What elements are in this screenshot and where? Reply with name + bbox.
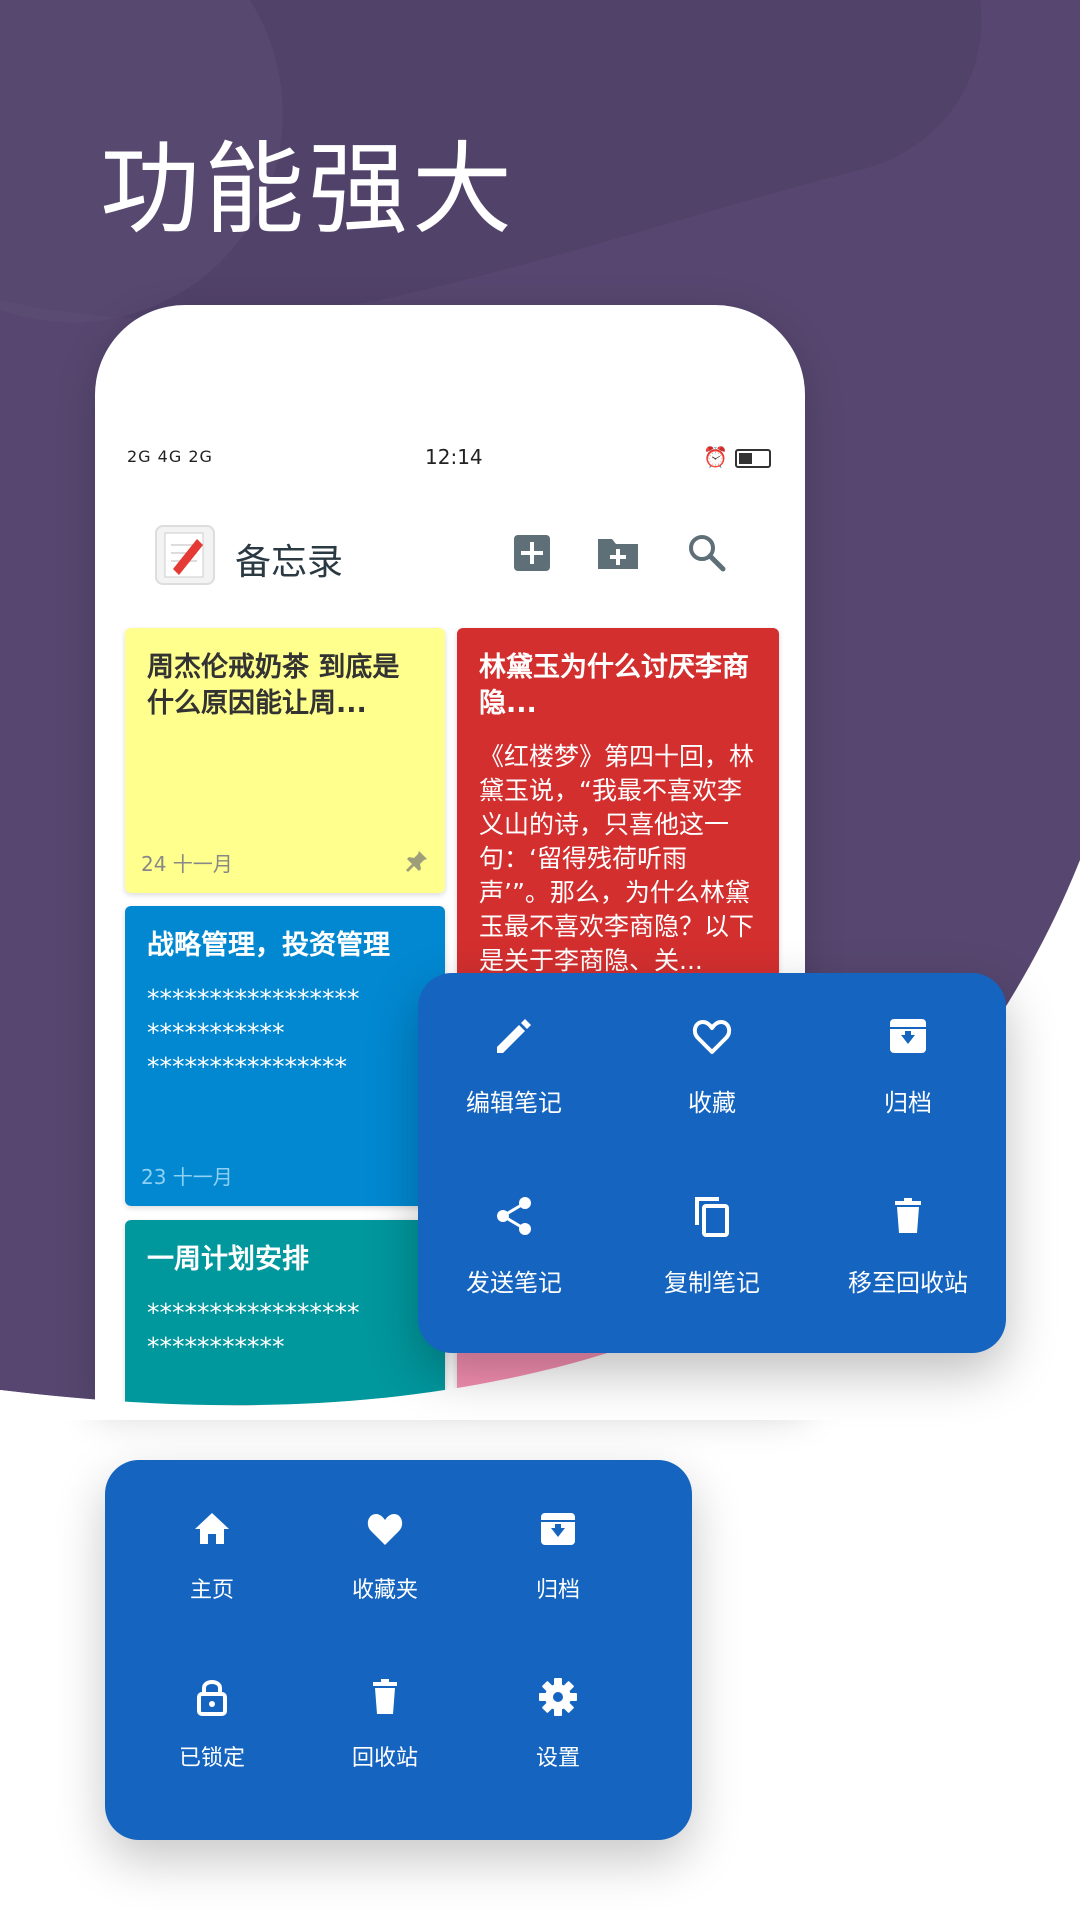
trash-icon	[373, 1679, 397, 1714]
status-bar: 2G 4G 2G 12:14 ⏰	[95, 445, 805, 475]
note-body: ***************** *********** **********…	[147, 984, 360, 1081]
signal-indicator: 2G 4G 2G	[127, 447, 213, 466]
favorite-label: 收藏	[688, 1089, 736, 1117]
gear-icon	[539, 1678, 577, 1716]
pin-icon	[405, 849, 429, 877]
note-title: 一周计划安排	[147, 1244, 309, 1275]
heart-outline-icon	[692, 1020, 732, 1054]
send-note-button[interactable]: 发送笔记	[424, 1193, 604, 1333]
copy-icon	[695, 1197, 729, 1237]
nav-trash-label: 回收站	[351, 1746, 418, 1771]
navigation-menu: 主页 收藏夹 归档 已锁定 回收站 设置	[105, 1460, 692, 1840]
nav-settings[interactable]: 设置	[468, 1676, 648, 1816]
copy-note-button[interactable]: 复制笔记	[622, 1193, 802, 1333]
note-title: 战略管理，投资管理	[147, 930, 390, 961]
battery-icon	[735, 449, 771, 468]
note-date: 23 十一月	[141, 1165, 233, 1189]
note-card[interactable]: 战略管理，投资管理 ***************** *********** …	[125, 906, 445, 1206]
pencil-icon	[497, 1019, 531, 1053]
share-icon	[497, 1197, 531, 1235]
nav-favorites-label: 收藏夹	[351, 1578, 418, 1603]
status-time: 12:14	[425, 445, 483, 469]
edit-note-button[interactable]: 编辑笔记	[424, 1013, 604, 1153]
nav-trash[interactable]: 回收站	[295, 1676, 475, 1816]
alarm-icon: ⏰	[703, 445, 728, 469]
archive-label: 归档	[884, 1089, 932, 1117]
trash-icon	[895, 1198, 921, 1233]
search-button[interactable]	[685, 531, 729, 575]
archive-icon	[890, 1019, 926, 1053]
page-headline: 功能强大	[100, 131, 516, 248]
note-body: 《红楼梦》第四十回，林黛玉说，“我最不喜欢李义山的诗，只喜他这一句：‘留得残荷听…	[479, 742, 755, 975]
move-to-trash-button[interactable]: 移至回收站	[818, 1193, 998, 1333]
nav-archive[interactable]: 归档	[468, 1508, 648, 1648]
nav-home[interactable]: 主页	[122, 1508, 302, 1648]
note-card[interactable]: 林黛玉为什么讨厌李商隐... 《红楼梦》第四十回，林黛玉说，“我最不喜欢李义山的…	[457, 628, 779, 978]
note-title: 周杰伦戒奶茶 到底是什么原因能让周...	[147, 652, 400, 719]
add-note-icon	[514, 535, 550, 571]
app-logo-icon	[155, 525, 215, 585]
nav-archive-label: 归档	[535, 1578, 580, 1603]
nav-favorites[interactable]: 收藏夹	[295, 1508, 475, 1648]
app-bar: 备忘录	[95, 515, 805, 595]
home-icon	[195, 1513, 229, 1544]
send-note-label: 发送笔记	[466, 1269, 562, 1297]
note-context-menu: 编辑笔记 收藏 归档 发送笔记 复制笔记 移至回收站	[418, 973, 1006, 1353]
move-to-trash-label: 移至回收站	[848, 1269, 968, 1297]
add-note-button[interactable]	[510, 531, 554, 575]
app-title: 备忘录	[235, 542, 344, 583]
note-title: 林黛玉为什么讨厌李商隐...	[479, 652, 749, 719]
new-folder-button[interactable]	[595, 531, 639, 575]
archive-icon	[541, 1513, 575, 1545]
new-folder-icon	[598, 539, 638, 569]
note-card[interactable]: 周杰伦戒奶茶 到底是什么原因能让周... 24 十一月	[125, 628, 445, 893]
archive-button[interactable]: 归档	[818, 1013, 998, 1153]
copy-note-label: 复制笔记	[664, 1269, 760, 1297]
edit-note-label: 编辑笔记	[466, 1089, 562, 1117]
battery-level	[739, 453, 752, 464]
search-icon	[689, 535, 726, 572]
note-date: 24 十一月	[141, 852, 233, 876]
nav-home-label: 主页	[189, 1578, 234, 1603]
heart-icon	[367, 1514, 403, 1545]
nav-settings-label: 设置	[535, 1746, 580, 1771]
nav-locked-label: 已锁定	[178, 1746, 245, 1771]
nav-locked[interactable]: 已锁定	[122, 1676, 302, 1816]
favorite-button[interactable]: 收藏	[622, 1013, 802, 1153]
lock-icon	[197, 1680, 227, 1716]
